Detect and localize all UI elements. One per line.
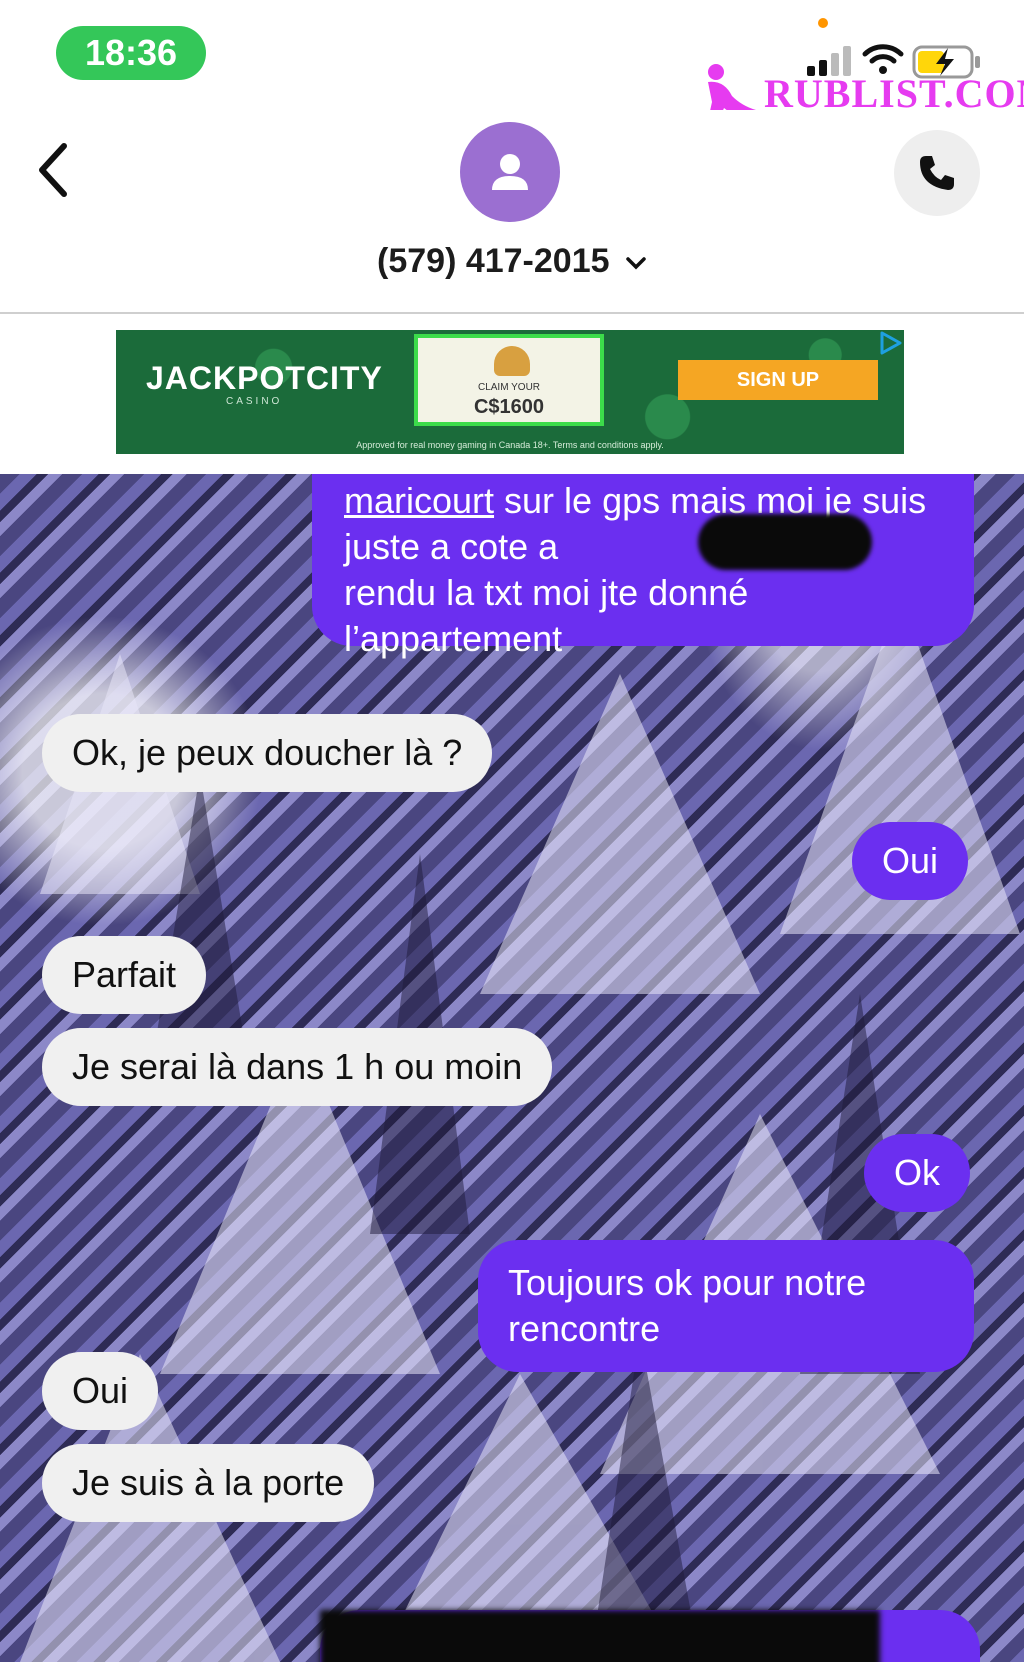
status-bar: 18:36 RUBLIST.COM xyxy=(0,0,1024,122)
privacy-indicator-dot xyxy=(818,18,828,28)
message-received[interactable]: Ok, je peux doucher là ? xyxy=(42,714,493,792)
redaction-mark xyxy=(320,1610,880,1662)
contact-number: (579) 417-2015 xyxy=(377,242,610,280)
ad-banner[interactable]: JACKPOTCITY CASINO CLAIM YOUR C$1600 SIG… xyxy=(116,330,904,454)
call-button[interactable] xyxy=(894,130,980,216)
ad-product-image xyxy=(494,346,530,376)
ad-offer-amount: C$1600 xyxy=(473,396,545,418)
message-received[interactable]: Je suis à la porte xyxy=(42,1444,375,1522)
ad-choices-icon[interactable] xyxy=(876,330,904,356)
contact-avatar-icon xyxy=(492,154,528,190)
message-received[interactable]: Parfait xyxy=(42,936,207,1014)
redaction-mark xyxy=(698,514,872,570)
chevron-down-icon xyxy=(626,257,646,270)
ad-signup-button[interactable]: SIGN UP xyxy=(678,360,878,400)
ad-offer-line1: CLAIM YOUR xyxy=(477,382,541,393)
status-time: 18:36 xyxy=(56,26,206,80)
contact-avatar[interactable] xyxy=(460,122,560,222)
ad-legal-text: Approved for real money gaming in Canada… xyxy=(356,440,664,450)
address-link[interactable]: maricourt xyxy=(344,480,494,521)
message-sent[interactable]: Oui xyxy=(852,822,969,900)
message-sent-1[interactable]: maricourt sur le gps mais moi je suis ju… xyxy=(312,474,974,659)
ad-area: JACKPOTCITY CASINO CLAIM YOUR C$1600 SIG… xyxy=(0,314,1024,474)
ad-brand: JACKPOTCITY xyxy=(146,360,383,396)
message-sent[interactable]: Ok xyxy=(864,1134,971,1212)
conversation-header: (579) 417-2015 xyxy=(0,110,1024,314)
message-thread[interactable]: maricourt sur le gps mais moi je suis ju… xyxy=(0,474,1024,1662)
message-sent[interactable]: Toujours ok pour notre rencontre xyxy=(478,1240,974,1372)
phone-icon xyxy=(920,156,954,190)
contact-title[interactable]: (579) 417-2015 xyxy=(0,242,1024,281)
back-chevron-icon[interactable] xyxy=(34,140,74,200)
message-text: rendu la txt moi jte donné l’appartement xyxy=(344,572,749,659)
ad-offer-card: CLAIM YOUR C$1600 xyxy=(414,334,604,426)
message-received[interactable]: Oui xyxy=(42,1352,159,1430)
ad-brand-sub: CASINO xyxy=(226,396,283,407)
message-received[interactable]: Je serai là dans 1 h ou moin xyxy=(42,1028,553,1106)
